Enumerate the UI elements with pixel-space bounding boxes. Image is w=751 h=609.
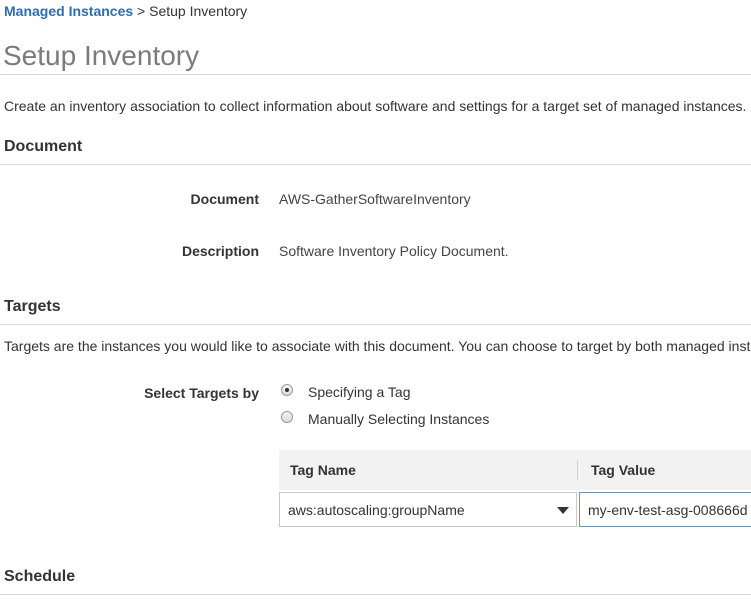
radio-button-selected[interactable] — [281, 384, 293, 396]
document-section-heading: Document — [4, 138, 83, 155]
breadcrumb-current: Setup Inventory — [149, 3, 248, 19]
breadcrumb-managed-instances-link[interactable]: Managed Instances — [4, 3, 133, 19]
tag-name-select[interactable]: aws:autoscaling:groupName — [279, 492, 577, 527]
description-label: Description — [181, 243, 259, 259]
tag-value-column-header: Tag Value — [591, 462, 656, 478]
title-divider — [0, 74, 751, 75]
tag-name-column-header: Tag Name — [290, 462, 356, 478]
schedule-section-divider — [0, 594, 751, 595]
column-divider — [577, 460, 578, 480]
document-value: AWS-GatherSoftwareInventory — [279, 191, 471, 207]
targets-section-heading: Targets — [4, 298, 61, 315]
document-label: Document — [190, 191, 259, 207]
tag-table-header: Tag Name Tag Value — [279, 450, 751, 490]
document-section-divider — [0, 164, 751, 165]
tag-value-input[interactable] — [579, 492, 751, 527]
page-title: Setup Inventory — [3, 40, 200, 71]
page-intro-text: Create an inventory association to colle… — [4, 98, 747, 114]
tag-name-selected-value: aws:autoscaling:groupName — [288, 502, 465, 518]
targets-intro-text: Targets are the instances you would like… — [4, 338, 751, 354]
targets-section-divider — [0, 324, 751, 325]
schedule-section-heading: Schedule — [4, 568, 76, 585]
radio-manual-instances[interactable]: Manually Selecting Instances — [281, 410, 489, 428]
breadcrumb: Managed Instances > Setup Inventory — [4, 2, 247, 20]
select-targets-label: Select Targets by — [144, 385, 259, 401]
radio-button-unselected[interactable] — [281, 411, 293, 423]
radio-specifying-tag[interactable]: Specifying a Tag — [281, 383, 410, 401]
radio-manual-instances-label: Manually Selecting Instances — [308, 411, 490, 427]
description-value: Software Inventory Policy Document. — [279, 243, 509, 259]
dropdown-caret-icon — [557, 507, 569, 514]
breadcrumb-separator: > — [137, 3, 146, 19]
radio-specifying-tag-label: Specifying a Tag — [308, 384, 411, 400]
